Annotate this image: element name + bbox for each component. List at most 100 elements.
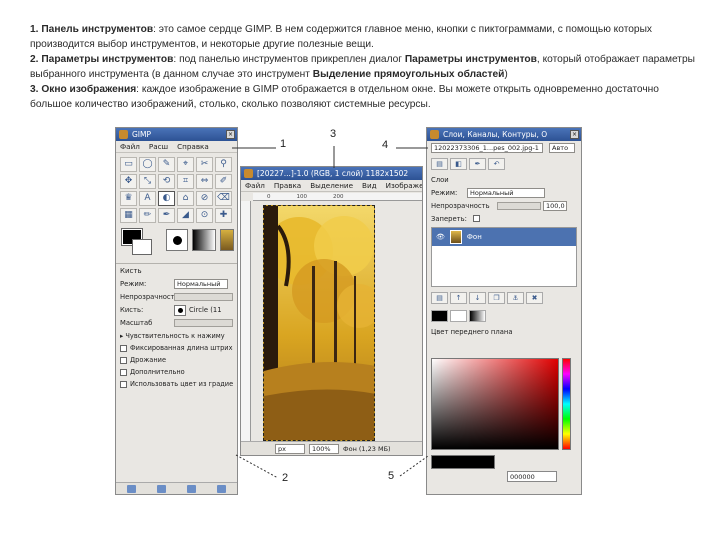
tool-button[interactable]: ▦	[120, 208, 137, 223]
tool-button[interactable]: ⊙	[196, 208, 213, 223]
tool-button[interactable]: ✥	[120, 174, 137, 189]
paths-tab-icon[interactable]: ✒	[469, 158, 486, 170]
layer-row[interactable]: 👁 Фон	[432, 228, 576, 246]
checkbox-advanced[interactable]	[120, 368, 127, 376]
brush-preview[interactable]	[166, 229, 188, 251]
fg-swatch[interactable]	[431, 310, 448, 322]
vertical-ruler[interactable]	[241, 201, 251, 441]
checkbox-label: Использовать цвет из градиента	[130, 380, 233, 388]
dock-titlebar[interactable]: Слои, Каналы, Контуры, О ×	[427, 128, 581, 141]
pressure-expander[interactable]: ▸ Чувствительность к нажиму	[120, 330, 233, 342]
toolbox-menubar: Файл Расш Справка	[116, 141, 237, 153]
tool-button[interactable]: ✚	[215, 208, 232, 223]
menu-file[interactable]: Файл	[245, 180, 265, 191]
opacity-slider[interactable]	[497, 201, 541, 210]
callout-line-2	[235, 454, 279, 479]
tool-button[interactable]: ▭	[120, 157, 137, 172]
tool-button[interactable]: ⌂	[177, 191, 194, 206]
restore-options-icon[interactable]	[156, 484, 166, 493]
new-layer-button[interactable]: ▤	[431, 292, 448, 304]
tool-button[interactable]: ◯	[139, 157, 156, 172]
undo-tab-icon[interactable]: ↶	[488, 158, 505, 170]
lock-label: Запереть:	[431, 214, 467, 223]
brush-icon[interactable]	[174, 304, 186, 316]
active-image-preview[interactable]	[220, 229, 234, 251]
tool-button[interactable]: ◐	[158, 191, 175, 206]
checkbox-gradient-color[interactable]	[120, 380, 127, 388]
opacity-slider[interactable]	[174, 293, 233, 301]
channels-tab-icon[interactable]: ◧	[450, 158, 467, 170]
checkbox-fixed-length[interactable]	[120, 344, 127, 352]
gradient-swatch[interactable]	[469, 310, 486, 322]
p2-body-a: : под панелью инструментов прикреплен ди…	[173, 54, 405, 65]
color-picker-square[interactable]	[431, 358, 559, 450]
opacity-label: Непрозрачность	[431, 201, 490, 210]
tool-button[interactable]: ✂	[196, 157, 213, 172]
anchor-layer-button[interactable]: ⚓	[507, 292, 524, 304]
tool-button[interactable]: ⌗	[177, 174, 194, 189]
mode-label: Режим:	[431, 188, 458, 197]
hex-input[interactable]: 000000	[507, 471, 557, 482]
duplicate-layer-button[interactable]: ❐	[488, 292, 505, 304]
hue-slider[interactable]	[562, 358, 571, 450]
menu-select[interactable]: Выделение	[310, 180, 353, 191]
swatch-row	[427, 307, 581, 325]
menu-help[interactable]: Справка	[177, 141, 209, 152]
image-menubar: Файл Правка Выделение Вид Изображение	[241, 180, 422, 192]
layers-label: Слои	[431, 175, 449, 184]
menu-edit[interactable]: Правка	[274, 180, 301, 191]
horizontal-ruler[interactable]: 0 100 200	[253, 193, 422, 201]
layers-tab-icon[interactable]: ▤	[431, 158, 448, 170]
image-titlebar[interactable]: [20227...]-1.0 (RGB, 1 слой) 1182x1502	[241, 167, 422, 180]
toolbox-window: GIMP × Файл Расш Справка ▭ ◯ ✎ ⌖ ✂ ⚲ ✥ ⤡ ⟲ ⌗ ⇔ ✐ ♛ A ◐…	[115, 127, 238, 495]
scale-slider[interactable]	[174, 319, 233, 327]
tool-button[interactable]: ◢	[177, 208, 194, 223]
menu-view[interactable]: Вид	[362, 180, 377, 191]
canvas-image[interactable]	[263, 205, 375, 441]
layer-mode-combo[interactable]: Нормальный	[467, 187, 545, 198]
toolbox-titlebar[interactable]: GIMP ×	[116, 128, 237, 141]
tool-button[interactable]: ♛	[120, 191, 137, 206]
close-icon[interactable]: ×	[570, 130, 579, 139]
tool-button[interactable]: ⟲	[158, 174, 175, 189]
save-options-icon[interactable]	[126, 484, 136, 493]
background-color-swatch[interactable]	[132, 239, 152, 255]
mode-combo[interactable]: Нормальный	[174, 279, 228, 289]
ruler-tick: 100	[296, 194, 308, 200]
tool-button[interactable]: ⇔	[196, 174, 213, 189]
fg-color-title: Цвет переднего плана	[431, 327, 513, 336]
paragraph-3: 3. Окно изображения: каждое изображение …	[30, 82, 698, 112]
tool-button[interactable]: ✒	[158, 208, 175, 223]
gradient-preview[interactable]	[192, 229, 216, 251]
menu-image[interactable]: Изображение	[386, 180, 422, 191]
tool-button[interactable]: ⌫	[215, 191, 232, 206]
opacity-value[interactable]: 100,0	[543, 200, 567, 211]
checkbox-jitter[interactable]	[120, 356, 127, 364]
tool-button[interactable]: ⚲	[215, 157, 232, 172]
tool-button[interactable]: ⌖	[177, 157, 194, 172]
auto-button[interactable]: Авто	[549, 143, 575, 153]
tool-button[interactable]: ✏	[139, 208, 156, 223]
tool-button[interactable]: ⤡	[139, 174, 156, 189]
reset-options-icon[interactable]	[217, 484, 227, 493]
image-selector-combo[interactable]: 12022373306_1...pes_002.jpg-1	[431, 143, 543, 153]
slide-text: 1. Панель инструментов: это самое сердце…	[30, 22, 698, 112]
eye-icon[interactable]: 👁	[436, 233, 445, 241]
delete-layer-button[interactable]: ✖	[526, 292, 543, 304]
zoom-combo[interactable]: 100%	[309, 443, 339, 454]
lock-alpha-checkbox[interactable]	[473, 215, 480, 222]
raise-layer-button[interactable]: ↑	[450, 292, 467, 304]
lower-layer-button[interactable]: ↓	[469, 292, 486, 304]
tool-button[interactable]: ⊘	[196, 191, 213, 206]
unit-combo[interactable]: px	[275, 443, 305, 454]
tool-button[interactable]: A	[139, 191, 156, 206]
close-icon[interactable]: ×	[226, 130, 235, 139]
tool-options-title: Кисть	[120, 267, 142, 275]
menu-extensions[interactable]: Расш	[149, 141, 168, 152]
menu-file[interactable]: Файл	[120, 141, 140, 152]
tool-button[interactable]: ✎	[158, 157, 175, 172]
tool-button[interactable]: ✐	[215, 174, 232, 189]
delete-options-icon[interactable]	[187, 484, 197, 493]
bg-swatch[interactable]	[450, 310, 467, 322]
callout-3: 3	[330, 128, 337, 140]
